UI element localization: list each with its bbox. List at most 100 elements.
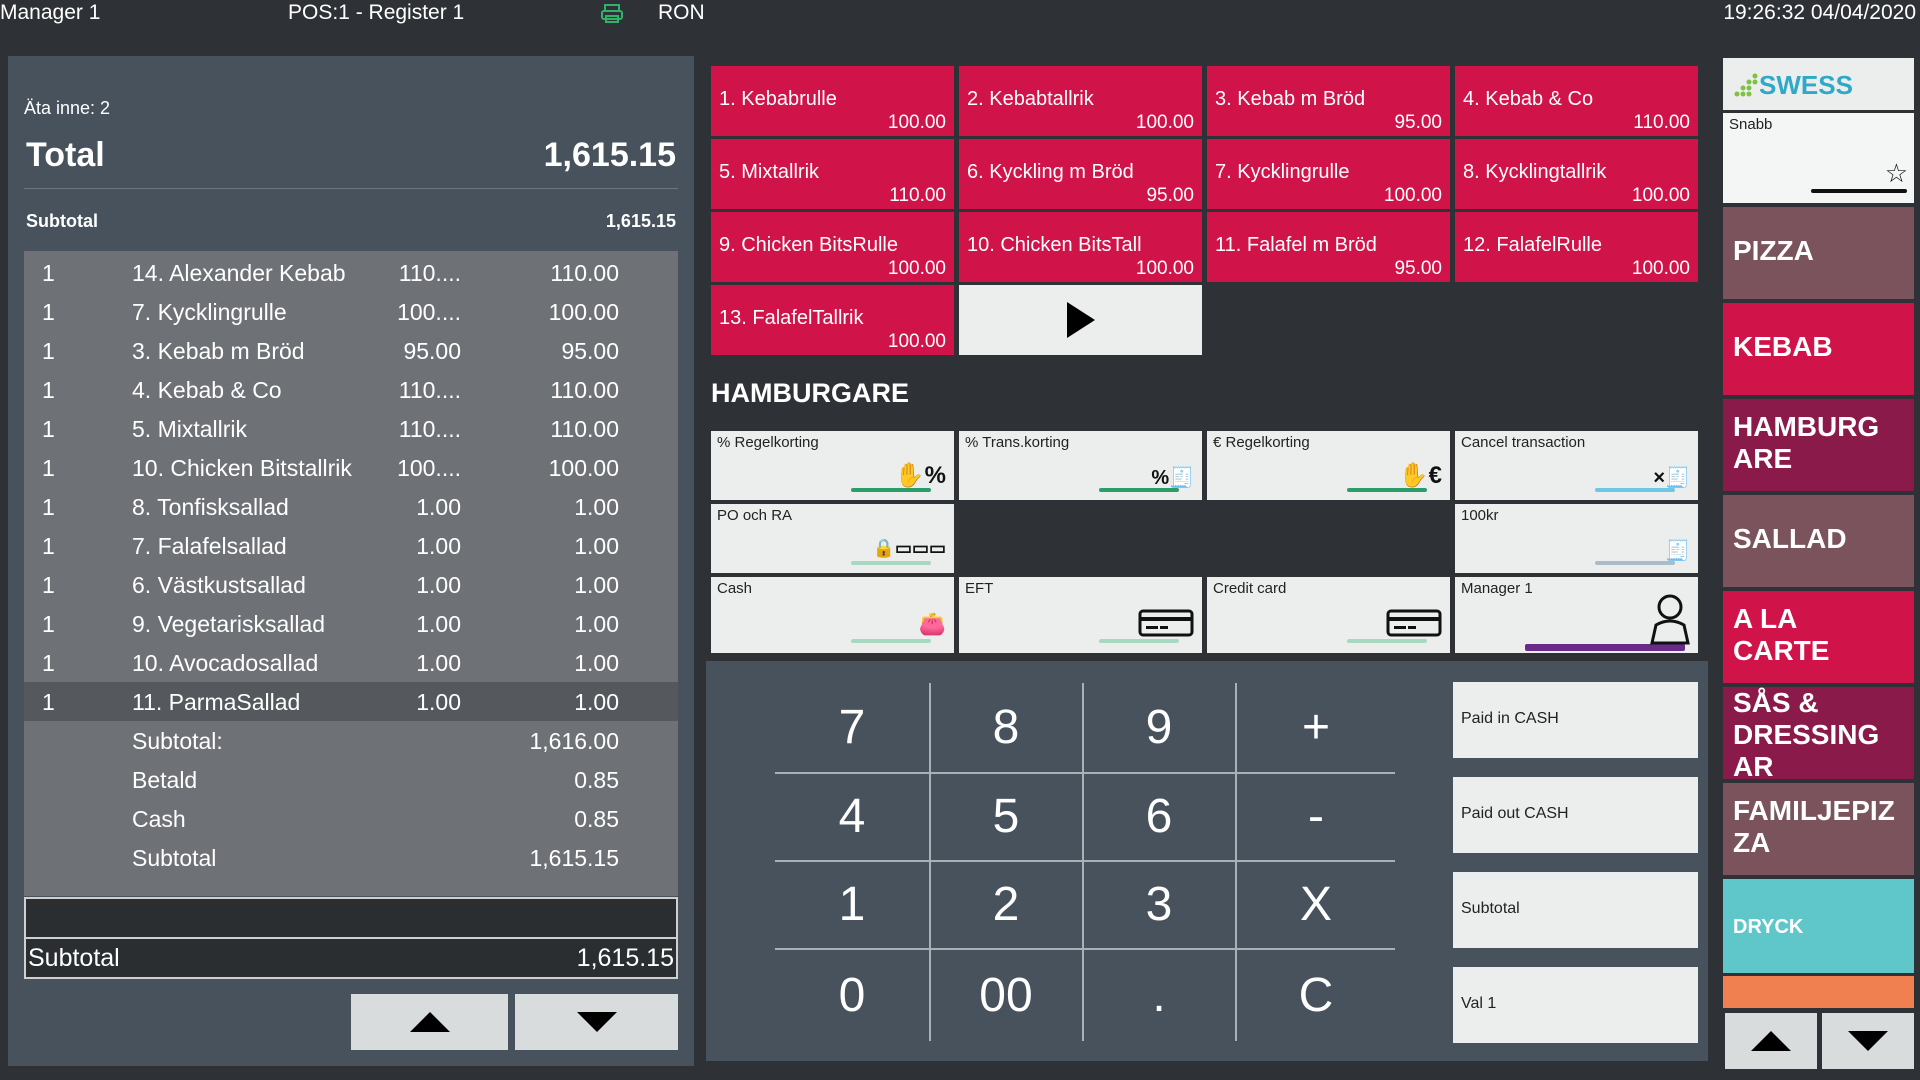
hundred-kr-button[interactable]: 100kr 🧾 <box>1455 504 1698 573</box>
order-row[interactable]: 1 9. Vegetarisksallad 1.00 1.00 <box>24 604 678 643</box>
cancel-transaction-button[interactable]: Cancel transaction ×🧾 <box>1455 431 1698 500</box>
key-5[interactable]: 5 <box>931 774 1081 859</box>
next-page-button[interactable] <box>959 285 1202 355</box>
product-tile-kebabtallrik[interactable]: 2. Kebabtallrik 100.00 <box>959 66 1202 136</box>
summary-label: Cash <box>132 806 186 832</box>
row-qty: 1 <box>42 689 55 715</box>
key-2[interactable]: 2 <box>931 862 1081 947</box>
category-hamburgare[interactable]: HAMBURG ARE <box>1723 399 1914 491</box>
product-tile-kycklingrulle[interactable]: 7. Kycklingrulle 100.00 <box>1207 139 1450 209</box>
val-1-button[interactable]: Val 1 <box>1453 967 1698 1043</box>
order-row[interactable]: 1 10. Chicken Bitstallrik 100.... 100.00 <box>24 448 678 487</box>
order-row[interactable]: 1 7. Falafelsallad 1.00 1.00 <box>24 526 678 565</box>
key-6[interactable]: 6 <box>1084 774 1234 859</box>
product-tile-kebab-m-brod[interactable]: 3. Kebab m Bröd 95.00 <box>1207 66 1450 136</box>
cash-button[interactable]: Cash 👛 <box>711 577 954 653</box>
rule-discount-euro-button[interactable]: € Regelkorting ✋€ <box>1207 431 1450 500</box>
paid-in-cash-button[interactable]: Paid in CASH <box>1453 682 1698 758</box>
category-scroll-down-button[interactable] <box>1822 1013 1914 1069</box>
order-row[interactable]: 1 5. Mixtallrik 110.... 110.00 <box>24 409 678 448</box>
order-row[interactable]: 1 4. Kebab & Co 110.... 110.00 <box>24 370 678 409</box>
row-price: 1.00 <box>416 533 461 559</box>
category-pizza[interactable]: PIZZA <box>1723 207 1914 299</box>
order-row-selected[interactable]: 1 11. ParmaSallad 1.00 1.00 <box>24 682 678 721</box>
accent-line <box>1347 639 1427 643</box>
button-label: Paid out CASH <box>1461 805 1569 822</box>
scroll-down-button[interactable] <box>515 994 678 1050</box>
credit-card-button[interactable]: Credit card <box>1207 577 1450 653</box>
button-label: € Regelkorting <box>1213 434 1310 451</box>
key-multiply[interactable]: X <box>1237 862 1395 947</box>
product-name: 12. FalafelRulle <box>1463 234 1602 256</box>
product-tile-kebabrulle[interactable]: 1. Kebabrulle 100.00 <box>711 66 954 136</box>
order-list[interactable]: 1 14. Alexander Kebab 110.... 110.00 1 7. Ky… <box>24 251 678 896</box>
manager-button[interactable]: Manager 1 <box>1455 577 1698 653</box>
key-1[interactable]: 1 <box>776 862 928 947</box>
row-name: 5. Mixtallrik <box>132 416 248 442</box>
scroll-up-button[interactable] <box>351 994 508 1050</box>
order-row[interactable]: 1 3. Kebab m Bröd 95.00 95.00 <box>24 331 678 370</box>
category-empty[interactable] <box>1723 976 1914 1008</box>
divider <box>24 188 678 189</box>
product-tile-chicken-bitstall[interactable]: 10. Chicken BitsTall 100.00 <box>959 212 1202 282</box>
rule-discount-percent-button[interactable]: % Regelkorting ✋% <box>711 431 954 500</box>
row-total: 110.00 <box>550 416 619 442</box>
key-7[interactable]: 7 <box>776 683 928 771</box>
product-tile-falafeltallrik[interactable]: 13. FalafelTallrik 100.00 <box>711 285 954 355</box>
row-total: 110.00 <box>550 377 619 403</box>
currency: RON <box>658 1 705 24</box>
order-row[interactable]: 1 10. Avocadosallad 1.00 1.00 <box>24 643 678 682</box>
row-total: 100.00 <box>548 299 619 325</box>
po-ra-button[interactable]: PO och RA 🔒▭▭▭ <box>711 504 954 573</box>
key-8[interactable]: 8 <box>931 683 1081 771</box>
key-0[interactable]: 0 <box>776 950 928 1040</box>
category-a-la-carte[interactable]: A LA CARTE <box>1723 591 1914 683</box>
key-plus[interactable]: + <box>1237 683 1395 771</box>
button-label: 100kr <box>1461 507 1499 524</box>
key-clear[interactable]: C <box>1237 950 1395 1040</box>
category-label: DRYCK <box>1733 916 1804 938</box>
quick-button[interactable]: Snabb ☆ <box>1723 113 1914 203</box>
row-total: 1.00 <box>574 572 619 598</box>
transaction-discount-button[interactable]: % Trans.korting %🧾 <box>959 431 1202 500</box>
product-tile-falafelrulle[interactable]: 12. FalafelRulle 100.00 <box>1455 212 1698 282</box>
key-decimal[interactable]: . <box>1084 950 1234 1040</box>
paid-out-cash-button[interactable]: Paid out CASH <box>1453 777 1698 853</box>
discount-hand-icon: ✋% <box>894 462 946 489</box>
button-label: EFT <box>965 580 994 597</box>
product-tile-kyckling-m-brod[interactable]: 6. Kyckling m Bröd 95.00 <box>959 139 1202 209</box>
current-user: Manager 1 <box>0 1 101 24</box>
key-minus[interactable]: - <box>1237 774 1395 859</box>
printer-icon[interactable] <box>600 4 624 29</box>
receipt-discount-icon: %🧾 <box>1151 467 1194 489</box>
row-total: 100.00 <box>548 455 619 481</box>
key-9[interactable]: 9 <box>1084 683 1234 771</box>
category-familjepizza[interactable]: FAMILJEPIZ ZA <box>1723 783 1914 875</box>
button-label: Snabb <box>1729 116 1773 133</box>
order-row[interactable]: 1 14. Alexander Kebab 110.... 110.00 <box>24 253 678 292</box>
category-scroll-up-button[interactable] <box>1725 1013 1817 1069</box>
product-tile-kebab-co[interactable]: 4. Kebab & Co 110.00 <box>1455 66 1698 136</box>
category-sallad[interactable]: SALLAD <box>1723 495 1914 587</box>
order-input-field[interactable] <box>24 897 678 939</box>
category-sas-dressingar[interactable]: SÅS & DRESSING AR <box>1723 687 1914 782</box>
accent-line <box>1595 561 1675 565</box>
order-row[interactable]: 1 7. Kycklingrulle 100.... 100.00 <box>24 292 678 331</box>
order-row[interactable]: 1 8. Tonfisksallad 1.00 1.00 <box>24 487 678 526</box>
key-00[interactable]: 00 <box>931 950 1081 1040</box>
row-total: 1.00 <box>574 611 619 637</box>
product-name: 10. Chicken BitsTall <box>967 234 1142 256</box>
subtotal-button[interactable]: Subtotal <box>1453 872 1698 948</box>
order-row[interactable]: 1 6. Västkustsallad 1.00 1.00 <box>24 565 678 604</box>
product-tile-mixtallrik[interactable]: 5. Mixtallrik 110.00 <box>711 139 954 209</box>
key-4[interactable]: 4 <box>776 774 928 859</box>
key-3[interactable]: 3 <box>1084 862 1234 947</box>
eft-button[interactable]: EFT <box>959 577 1202 653</box>
category-dryck[interactable]: DRYCK <box>1723 879 1914 973</box>
product-tile-chicken-bitsrulle[interactable]: 9. Chicken BitsRulle 100.00 <box>711 212 954 282</box>
product-tile-falafel-m-brod[interactable]: 11. Falafel m Bröd 95.00 <box>1207 212 1450 282</box>
category-kebab[interactable]: KEBAB <box>1723 303 1914 395</box>
product-tile-kycklingtallrik[interactable]: 8. Kycklingtallrik 100.00 <box>1455 139 1698 209</box>
button-label: % Regelkorting <box>717 434 819 451</box>
subtotal-label: Subtotal <box>26 211 98 231</box>
